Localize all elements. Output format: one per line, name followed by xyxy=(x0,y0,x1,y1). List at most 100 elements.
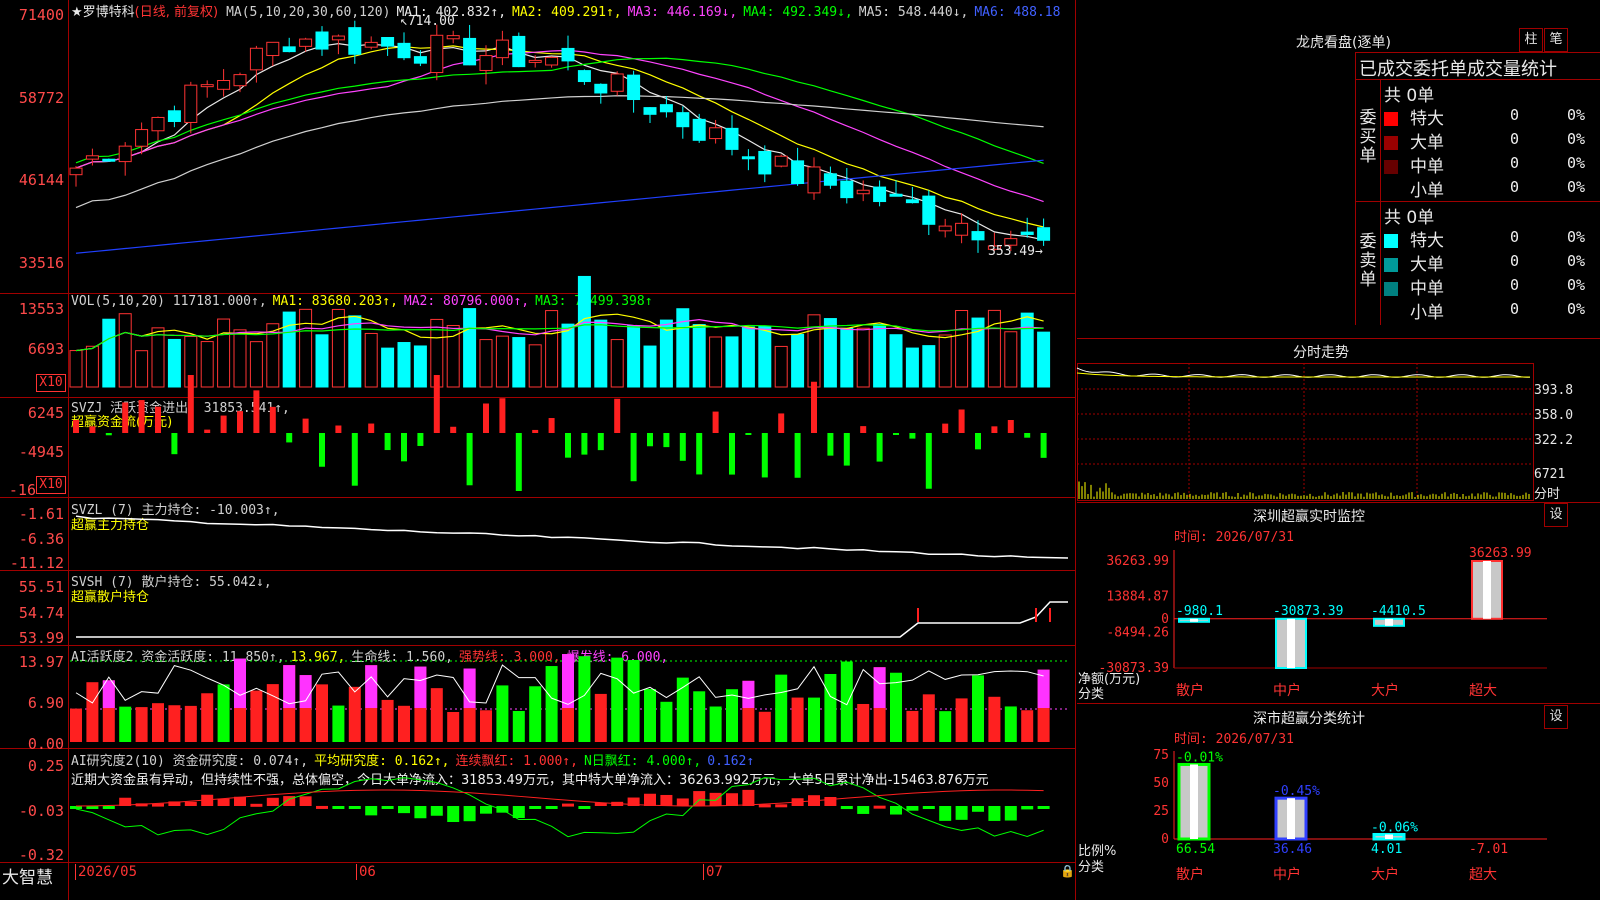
volume-bar xyxy=(807,314,821,388)
candle-body xyxy=(266,41,280,57)
fund-flow-bar xyxy=(269,406,276,433)
activity-bar xyxy=(709,706,722,742)
category-bar xyxy=(1177,762,1211,841)
volume-bar xyxy=(1037,331,1051,388)
volume-bar xyxy=(397,342,411,388)
candle-body xyxy=(856,189,870,195)
candle-body xyxy=(463,37,477,66)
fund-flow-bar xyxy=(827,433,834,456)
activity-bar xyxy=(316,684,328,742)
monitor-bar-highlight xyxy=(1287,618,1295,668)
brand-label: 大智慧 xyxy=(2,868,53,888)
order-row: 小单 xyxy=(1384,176,1444,201)
candle-body xyxy=(135,129,149,147)
volume-bar xyxy=(758,325,772,388)
research-bar xyxy=(824,796,837,806)
order-pct: 0% xyxy=(1567,252,1586,270)
research-bar xyxy=(578,806,591,809)
category-bar-highlight xyxy=(1190,764,1198,839)
research-bar xyxy=(1021,806,1034,810)
candle-body xyxy=(1020,231,1034,235)
candlestick-chart xyxy=(69,20,1051,254)
volume-bar xyxy=(856,327,870,388)
fund-flow-bar xyxy=(1024,433,1031,438)
monitor-bar xyxy=(1373,617,1405,627)
fund-flow-bar xyxy=(565,433,571,458)
activity-bar xyxy=(545,666,558,742)
fund-flow-bar xyxy=(319,433,325,467)
sz-category-xlabel: 分类 xyxy=(1078,860,1105,875)
order-pct: 0% xyxy=(1567,106,1586,124)
category-label: 大户 xyxy=(1371,866,1399,883)
volume-bar xyxy=(938,334,952,388)
sz-category-chart: 75 50 25 0 -0.01% 66.54 散户 -0.45% 36.46 中户 -0.06% 4… xyxy=(1153,748,1547,883)
fund-flow-bar xyxy=(499,398,506,433)
order-count: 0 xyxy=(1510,252,1520,270)
order-count: 0 xyxy=(1510,130,1520,148)
activity-bar xyxy=(972,675,984,742)
research-bar xyxy=(840,806,853,810)
category-label: 超大 xyxy=(1469,867,1497,883)
order-row: 特大 xyxy=(1384,226,1444,251)
activity-bar xyxy=(86,682,99,742)
fund-flow-bar xyxy=(893,433,899,435)
order-size-label: 大单 xyxy=(1410,255,1444,275)
research-bar xyxy=(676,798,689,806)
category-label: 中户 xyxy=(1273,866,1301,883)
fund-flow-bar xyxy=(548,418,555,433)
fund-flow-bar xyxy=(712,411,719,433)
monitor-bar-highlight xyxy=(1385,618,1393,626)
volume-bar xyxy=(528,344,542,388)
fund-flow-bar xyxy=(745,433,752,435)
research-bar xyxy=(102,806,115,809)
bar-mode-button[interactable]: 柱 xyxy=(1519,28,1543,52)
pen-mode-button[interactable]: 笔 xyxy=(1544,28,1568,52)
fund-flow-bar xyxy=(237,411,243,433)
order-pct: 0% xyxy=(1567,178,1586,196)
research-bar xyxy=(447,806,460,823)
buy-orders-label: 委买单 xyxy=(1359,108,1377,166)
research-bar xyxy=(742,789,755,806)
fund-flow-bar xyxy=(204,429,211,433)
candle-body xyxy=(200,84,214,88)
candle-body xyxy=(905,199,919,204)
research-bar xyxy=(726,793,738,806)
retail-holding-line xyxy=(76,601,1068,638)
intraday-chart xyxy=(1076,363,1532,499)
fund-flow-bar xyxy=(794,433,801,478)
volume-bar xyxy=(725,336,739,388)
order-pct: 0% xyxy=(1567,130,1586,148)
activity-bar xyxy=(152,703,164,742)
research-bar xyxy=(988,806,1001,821)
fund-flow-bar xyxy=(122,402,129,433)
fund-flow-bar xyxy=(483,403,489,433)
candle-body xyxy=(594,83,608,94)
activity-bar xyxy=(808,697,820,742)
category-top-label: -0.01% xyxy=(1176,750,1223,765)
candle-body xyxy=(430,34,444,74)
volume-bar xyxy=(643,345,657,388)
category-top-label: -0.45% xyxy=(1273,784,1320,799)
volume-bar xyxy=(135,350,149,388)
lock-icon[interactable]: 🔒 xyxy=(1060,864,1075,878)
fund-flow-bar xyxy=(679,433,686,461)
fund-flow-bar xyxy=(171,433,178,455)
volume-bar xyxy=(249,341,263,388)
activity-bar-top xyxy=(742,680,755,708)
research-bar xyxy=(758,804,771,808)
volume-bar xyxy=(955,309,969,388)
activity-bar xyxy=(348,686,361,742)
activity-bar xyxy=(693,691,706,742)
fund-flow-bar xyxy=(155,406,161,433)
color-swatch xyxy=(1384,112,1398,126)
ai-active-chart xyxy=(70,654,1068,742)
fund-flow-bar xyxy=(876,433,883,462)
date-label: 2026/05 xyxy=(75,864,137,880)
monitor-bar xyxy=(1275,617,1307,669)
fund-flow-bar xyxy=(581,433,588,455)
chart-area[interactable]: 71400 58772 46144 33516 ★罗博特科(日线, 前复权) MA… xyxy=(0,0,1076,900)
candle-body xyxy=(102,158,116,162)
volume-bar xyxy=(200,341,214,388)
fund-flow-chart xyxy=(73,375,1047,491)
color-swatch xyxy=(1384,282,1398,296)
